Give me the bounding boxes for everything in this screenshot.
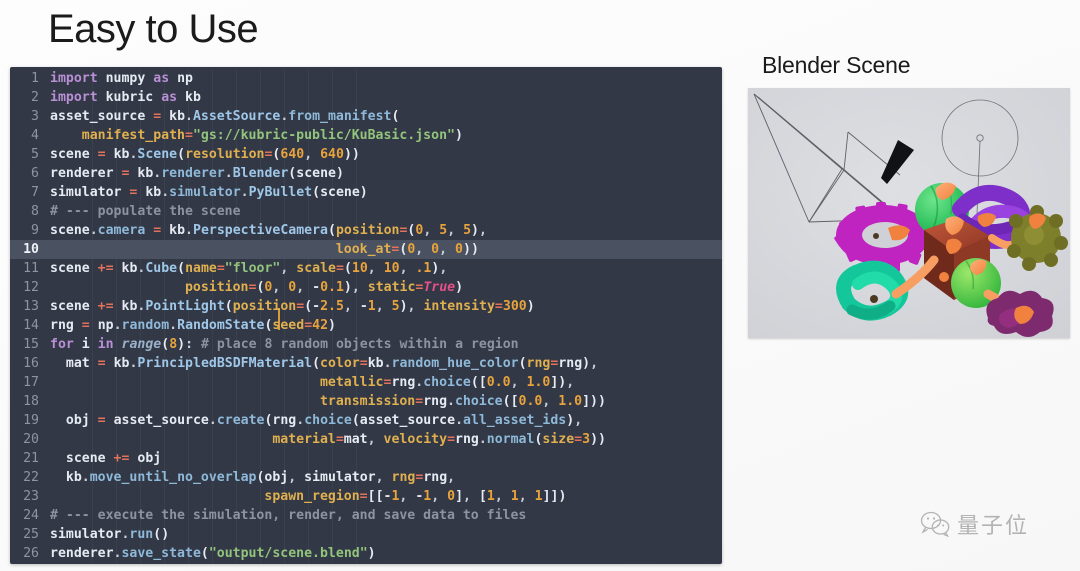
code-text: for i in range(8): # place 8 random obje…: [50, 337, 519, 352]
blender-render-image: [748, 88, 1070, 338]
code-text: scene = kb.Scene(resolution=(640, 640)): [50, 147, 360, 162]
line-number: 24: [23, 508, 39, 523]
line-number: 22: [23, 470, 39, 485]
code-text: transmission=rng.choice([0.0, 1.0])): [319, 394, 606, 409]
code-scroll-area[interactable]: 1 import numpy as np 2 import kubric as kb 3…: [10, 67, 722, 564]
line-number: 1: [31, 71, 39, 86]
code-text: import numpy as np: [50, 71, 193, 86]
code-text: material=mat, velocity=rng.normal(size=3…: [272, 432, 606, 447]
code-line[interactable]: 8 # --- populate the scene: [10, 202, 722, 221]
code-line[interactable]: 10 look_at=(0, 0, 0)): [10, 240, 722, 259]
code-text: renderer = kb.renderer.Blender(scene): [50, 166, 344, 181]
code-line[interactable]: 23 spawn_region=[[-1, -1, 0], [1, 1, 1]]…: [10, 487, 722, 506]
line-number: 11: [23, 261, 39, 276]
code-line[interactable]: 22 kb.move_until_no_overlap(obj, simulat…: [10, 468, 722, 487]
line-number: 5: [31, 147, 39, 162]
line-number: 9: [31, 223, 39, 238]
code-line[interactable]: 13 scene += kb.PointLight(position=(-2.5,…: [10, 297, 722, 316]
code-text: asset_source = kb.AssetSource.from_manif…: [50, 109, 400, 124]
code-line[interactable]: 11 scene += kb.Cube(name="floor", scale=(…: [10, 259, 722, 278]
line-number: 25: [23, 527, 39, 542]
code-line[interactable]: 7 simulator = kb.simulator.PyBullet(scene…: [10, 183, 722, 202]
code-text: # --- execute the simulation, render, an…: [50, 508, 527, 523]
blender-viewport-svg: [748, 88, 1070, 338]
line-number: 17: [23, 375, 39, 390]
code-text: scene += kb.Cube(name="floor", scale=(10…: [50, 261, 448, 276]
code-line[interactable]: 24 # --- execute the simulation, render, …: [10, 506, 722, 525]
line-number: 26: [23, 546, 39, 561]
code-text: simulator = kb.simulator.PyBullet(scene): [50, 185, 368, 200]
watermark: 量子位: [920, 508, 1029, 540]
code-line[interactable]: 3 asset_source = kb.AssetSource.from_mani…: [10, 107, 722, 126]
blender-scene-heading: Blender Scene: [762, 52, 911, 78]
code-line[interactable]: 25 simulator.run(): [10, 525, 722, 544]
line-number: 4: [31, 128, 39, 143]
code-text: simulator.run(): [50, 527, 170, 542]
line-number: 3: [31, 109, 39, 124]
line-number: 13: [23, 299, 39, 314]
code-line[interactable]: 14 rng = np.random.RandomState(seed=42): [10, 316, 722, 335]
code-line[interactable]: 20 material=mat, velocity=rng.normal(siz…: [10, 430, 722, 449]
line-number: 7: [31, 185, 39, 200]
code-line[interactable]: 2 import kubric as kb: [10, 88, 722, 107]
code-line[interactable]: 18 transmission=rng.choice([0.0, 1.0])): [10, 392, 722, 411]
code-line[interactable]: 6 renderer = kb.renderer.Blender(scene): [10, 164, 722, 183]
code-text: position=(0, 0, -0.1), static=True): [184, 280, 464, 295]
code-text: look_at=(0, 0, 0)): [335, 242, 479, 257]
line-number: 15: [23, 337, 39, 352]
line-number: 14: [23, 318, 39, 333]
line-number: 20: [23, 432, 39, 447]
code-text: # --- populate the scene: [50, 204, 241, 219]
code-text: scene += obj: [65, 451, 162, 466]
line-number: 19: [23, 413, 39, 428]
page-title: Easy to Use: [48, 7, 259, 51]
code-line[interactable]: 16 mat = kb.PrincipledBSDFMaterial(color…: [10, 354, 722, 373]
code-line[interactable]: 4 manifest_path="gs://kubric-public/KuBa…: [10, 126, 722, 145]
code-line[interactable]: 15 for i in range(8): # place 8 random ob…: [10, 335, 722, 354]
line-number: 12: [23, 280, 39, 295]
code-text: import kubric as kb: [50, 90, 201, 105]
line-number: 16: [23, 356, 39, 371]
code-line[interactable]: 5 scene = kb.Scene(resolution=(640, 640)): [10, 145, 722, 164]
line-number: 18: [23, 394, 39, 409]
code-text: spawn_region=[[-1, -1, 0], [1, 1, 1]]): [264, 489, 567, 504]
code-text: obj = asset_source.create(rng.choice(ass…: [65, 413, 583, 428]
code-panel[interactable]: 1 import numpy as np 2 import kubric as kb 3…: [10, 67, 722, 564]
code-text: rng = np.random.RandomState(seed=42): [50, 318, 336, 333]
code-text: renderer.save_state("output/scene.blend"…: [50, 546, 376, 561]
line-number: 10: [23, 242, 39, 257]
code-text: scene += kb.PointLight(position=(-2.5, -…: [50, 299, 535, 314]
line-number: 23: [23, 489, 39, 504]
code-line[interactable]: 12 position=(0, 0, -0.1), static=True): [10, 278, 722, 297]
line-number: 2: [31, 90, 39, 105]
code-line[interactable]: 1 import numpy as np: [10, 69, 722, 88]
line-number: 21: [23, 451, 39, 466]
code-line[interactable]: 19 obj = asset_source.create(rng.choice(…: [10, 411, 722, 430]
code-line[interactable]: 26 renderer.save_state("output/scene.blen…: [10, 544, 722, 563]
code-line[interactable]: 21 scene += obj: [10, 449, 722, 468]
watermark-text: 量子位: [957, 514, 1030, 539]
line-number: 6: [31, 166, 39, 181]
code-text: metallic=rng.choice([0.0, 1.0]),: [319, 375, 575, 390]
code-line[interactable]: 9 scene.camera = kb.PerspectiveCamera(pos…: [10, 221, 722, 240]
code-text: mat = kb.PrincipledBSDFMaterial(color=kb…: [65, 356, 599, 371]
code-text: manifest_path="gs://kubric-public/KuBasi…: [81, 128, 463, 143]
line-number: 8: [31, 204, 39, 219]
code-text: kb.move_until_no_overlap(obj, simulator,…: [65, 470, 456, 485]
wechat-icon: [920, 511, 950, 537]
code-text: scene.camera = kb.PerspectiveCamera(posi…: [50, 223, 487, 238]
code-line[interactable]: 17 metallic=rng.choice([0.0, 1.0]),: [10, 373, 722, 392]
